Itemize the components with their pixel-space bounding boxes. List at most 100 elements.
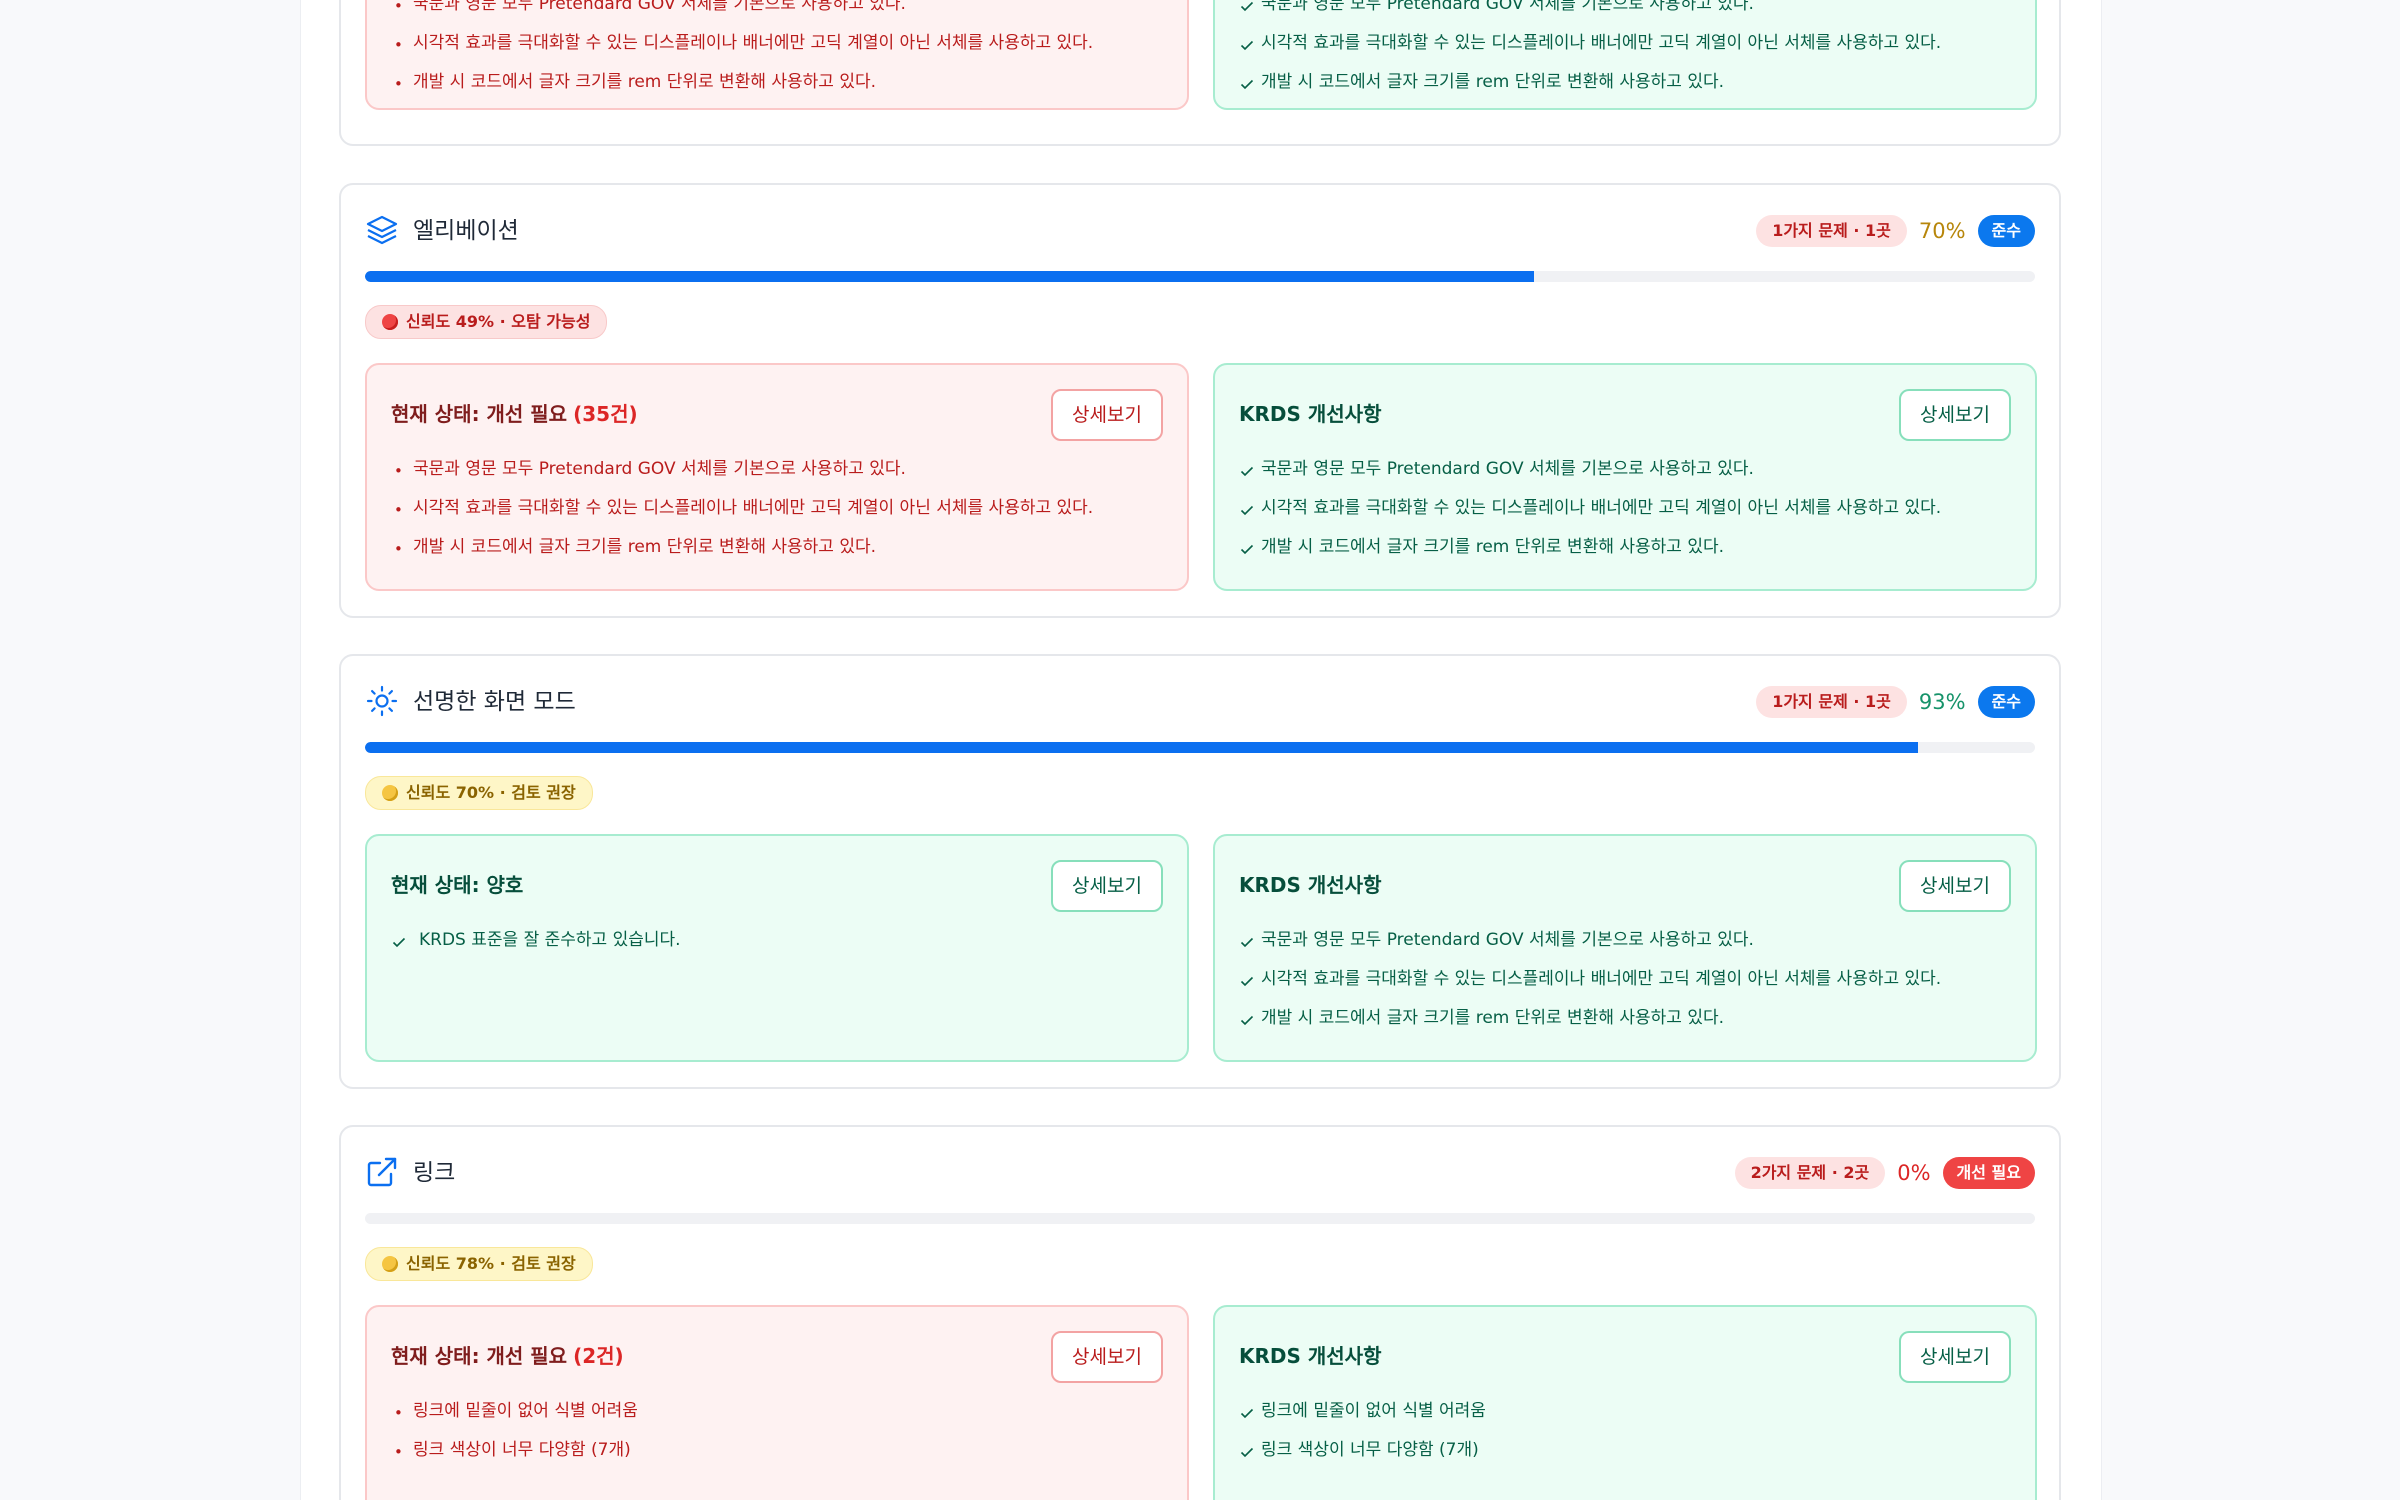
krds-item-list: 링크에 밑줄이 없어 식별 어려움 링크 색상이 너무 다양함 (7개) bbox=[1239, 1401, 2011, 1479]
list-item: 국문과 영문 모두 Pretendard GOV 서체를 기본으로 사용하고 있… bbox=[1239, 0, 2011, 33]
status-badge: 준수 bbox=[1977, 686, 2035, 718]
category-card-clear-display-mode: 선명한 화면 모드 1가지 문제 · 1곳 93% 준수 신뢰도 70% · 검… bbox=[339, 654, 2061, 1089]
issue-count-badge: 1가지 문제 · 1곳 bbox=[1756, 686, 1907, 718]
check-icon bbox=[1240, 40, 1254, 51]
current-status-panel: 현재 상태: 개선 필요 (35건) 상세보기 • 국문과 영문 모두 Preten… bbox=[365, 363, 1189, 591]
issue-count: (35건) bbox=[573, 402, 638, 426]
check-icon bbox=[1240, 1408, 1254, 1419]
layers-icon bbox=[366, 215, 398, 245]
panel-title: KRDS 개선사항 bbox=[1239, 1344, 1382, 1368]
details-button[interactable]: 상세보기 bbox=[1051, 389, 1163, 441]
list-item: 링크 색상이 너무 다양함 (7개) bbox=[1239, 1440, 2011, 1479]
panel-title: KRDS 개선사항 bbox=[1239, 402, 1382, 426]
krds-improvement-panel: KRDS 개선사항 상세보기 국문과 영문 모두 Pretendard GOV … bbox=[1213, 834, 2037, 1062]
progress-bar bbox=[365, 742, 2035, 753]
yellow-circle-icon bbox=[382, 785, 398, 801]
list-item: • 링크 색상이 너무 다양함 (7개) bbox=[394, 1440, 631, 1461]
category-card-elevation: 엘리베이션 1가지 문제 · 1곳 70% 준수 신뢰도 49% · 오탐 가능… bbox=[339, 183, 2061, 618]
check-icon bbox=[1240, 1447, 1254, 1458]
current-status-panel: • 국문과 영문 모두 Pretendard GOV 서체를 기본으로 사용하고 … bbox=[365, 0, 1189, 110]
sun-icon bbox=[366, 685, 398, 717]
list-item: 개발 시 코드에서 글자 크기를 rem 단위로 변환해 사용하고 있다. bbox=[1239, 72, 2011, 111]
bullet-icon: • bbox=[394, 540, 403, 558]
current-issue-list: • 국문과 영문 모두 Pretendard GOV 서체를 기본으로 사용하고 … bbox=[391, 0, 1163, 111]
list-item: • 개발 시 코드에서 글자 크기를 rem 단위로 변환해 사용하고 있다. bbox=[394, 72, 877, 93]
bullet-icon: • bbox=[394, 1404, 403, 1422]
progress-bar bbox=[365, 271, 2035, 282]
list-item: 시각적 효과를 극대화할 수 있는 디스플레이나 배너에만 고딕 계열이 아닌 … bbox=[1239, 969, 2011, 1008]
list-item: 국문과 영문 모두 Pretendard GOV 서체를 기본으로 사용하고 있… bbox=[1239, 930, 2011, 969]
list-item: 시각적 효과를 극대화할 수 있는 디스플레이나 배너에만 고딕 계열이 아닌 … bbox=[1239, 498, 2011, 537]
current-status-panel: 현재 상태: 양호 상세보기 KRDS 표준을 잘 준수하고 있습니다. bbox=[365, 834, 1189, 1062]
details-button[interactable]: 상세보기 bbox=[1899, 860, 2011, 912]
progress-fill bbox=[365, 271, 1534, 282]
card-header: 링크 2가지 문제 · 2곳 0% 개선 필요 bbox=[365, 1153, 2035, 1193]
panel-title: 현재 상태: 개선 필요 (2건) bbox=[391, 1344, 624, 1368]
list-item: • 국문과 영문 모두 Pretendard GOV 서체를 기본으로 사용하고 … bbox=[394, 0, 906, 15]
category-card-link: 링크 2가지 문제 · 2곳 0% 개선 필요 신뢰도 78% · 검토 권장 … bbox=[339, 1125, 2061, 1500]
confidence-badge: 신뢰도 70% · 검토 권장 bbox=[365, 776, 593, 810]
current-status-list: KRDS 표준을 잘 준수하고 있습니다. bbox=[391, 930, 1163, 969]
list-item: 시각적 효과를 극대화할 수 있는 디스플레이나 배너에만 고딕 계열이 아닌 … bbox=[1239, 33, 2011, 72]
issue-count: (2건) bbox=[573, 1344, 624, 1368]
current-status-panel: 현재 상태: 개선 필요 (2건) 상세보기 • 링크에 밑줄이 없어 식별 어려움… bbox=[365, 1305, 1189, 1500]
progress-bar bbox=[365, 1213, 2035, 1224]
compliance-percent: 93% bbox=[1918, 690, 1966, 714]
bullet-icon: • bbox=[394, 75, 403, 93]
bullet-icon: • bbox=[394, 1443, 403, 1461]
card-header: 엘리베이션 1가지 문제 · 1곳 70% 준수 bbox=[365, 211, 2035, 251]
category-title: 선명한 화면 모드 bbox=[413, 689, 576, 715]
check-icon bbox=[1240, 1, 1254, 12]
check-icon bbox=[1240, 466, 1254, 477]
status-badge: 개선 필요 bbox=[1942, 1157, 2035, 1189]
bullet-icon: • bbox=[394, 0, 403, 15]
details-button[interactable]: 상세보기 bbox=[1899, 1331, 2011, 1383]
red-circle-icon bbox=[382, 314, 398, 330]
panel-title: 현재 상태: 양호 bbox=[391, 873, 524, 897]
check-icon bbox=[392, 937, 406, 948]
list-item: 개발 시 코드에서 글자 크기를 rem 단위로 변환해 사용하고 있다. bbox=[1239, 537, 2011, 576]
current-issue-list: • 링크에 밑줄이 없어 식별 어려움 • 링크 색상이 너무 다양함 (7개) bbox=[391, 1401, 1163, 1479]
krds-item-list: 국문과 영문 모두 Pretendard GOV 서체를 기본으로 사용하고 있… bbox=[1239, 459, 2011, 576]
report-content: • 국문과 영문 모두 Pretendard GOV 서체를 기본으로 사용하고 … bbox=[300, 0, 2102, 1500]
external-link-icon bbox=[367, 1157, 397, 1187]
issue-count-badge: 2가지 문제 · 2곳 bbox=[1734, 1157, 1886, 1189]
progress-fill bbox=[365, 742, 1919, 753]
krds-improvement-panel: 국문과 영문 모두 Pretendard GOV 서체를 기본으로 사용하고 있… bbox=[1213, 0, 2037, 110]
list-item: 국문과 영문 모두 Pretendard GOV 서체를 기본으로 사용하고 있… bbox=[1239, 459, 2011, 498]
card-header: 선명한 화면 모드 1가지 문제 · 1곳 93% 준수 bbox=[365, 682, 2035, 722]
category-card-typography: • 국문과 영문 모두 Pretendard GOV 서체를 기본으로 사용하고 … bbox=[339, 0, 2061, 146]
check-icon bbox=[1240, 505, 1254, 516]
status-badge: 준수 bbox=[1977, 215, 2035, 247]
check-icon bbox=[1240, 976, 1254, 987]
current-issue-list: • 국문과 영문 모두 Pretendard GOV 서체를 기본으로 사용하고 … bbox=[391, 459, 1163, 576]
list-item: KRDS 표준을 잘 준수하고 있습니다. bbox=[391, 930, 1163, 969]
issue-count-badge: 1가지 문제 · 1곳 bbox=[1756, 215, 1907, 247]
score-summary: 1가지 문제 · 1곳 70% 준수 bbox=[1756, 211, 2035, 251]
krds-item-list: 국문과 영문 모두 Pretendard GOV 서체를 기본으로 사용하고 있… bbox=[1239, 0, 2011, 111]
compliance-percent: 70% bbox=[1918, 219, 1966, 243]
panel-title: KRDS 개선사항 bbox=[1239, 873, 1382, 897]
krds-item-list: 국문과 영문 모두 Pretendard GOV 서체를 기본으로 사용하고 있… bbox=[1239, 930, 2011, 1047]
list-item: 링크에 밑줄이 없어 식별 어려움 bbox=[1239, 1401, 2011, 1440]
check-icon bbox=[1240, 544, 1254, 555]
confidence-badge: 신뢰도 49% · 오탐 가능성 bbox=[365, 305, 608, 339]
check-icon bbox=[1240, 937, 1254, 948]
category-title: 링크 bbox=[413, 1160, 456, 1186]
details-button[interactable]: 상세보기 bbox=[1899, 389, 2011, 441]
bullet-icon: • bbox=[394, 501, 403, 519]
bullet-icon: • bbox=[394, 36, 403, 54]
yellow-circle-icon bbox=[382, 1256, 398, 1272]
list-item: • 개발 시 코드에서 글자 크기를 rem 단위로 변환해 사용하고 있다. bbox=[394, 537, 877, 558]
check-icon bbox=[1240, 79, 1254, 90]
details-button[interactable]: 상세보기 bbox=[1051, 860, 1163, 912]
details-button[interactable]: 상세보기 bbox=[1051, 1331, 1163, 1383]
list-item: • 국문과 영문 모두 Pretendard GOV 서체를 기본으로 사용하고 … bbox=[394, 459, 906, 480]
check-icon bbox=[1240, 1015, 1254, 1026]
score-summary: 1가지 문제 · 1곳 93% 준수 bbox=[1756, 682, 2035, 722]
krds-improvement-panel: KRDS 개선사항 상세보기 국문과 영문 모두 Pretendard GOV … bbox=[1213, 363, 2037, 591]
list-item: • 시각적 효과를 극대화할 수 있는 디스플레이나 배너에만 고딕 계열이 아닌… bbox=[394, 498, 1094, 519]
confidence-badge: 신뢰도 78% · 검토 권장 bbox=[365, 1247, 593, 1281]
panel-title: 현재 상태: 개선 필요 (35건) bbox=[391, 402, 638, 426]
list-item: • 시각적 효과를 극대화할 수 있는 디스플레이나 배너에만 고딕 계열이 아닌… bbox=[394, 33, 1094, 54]
